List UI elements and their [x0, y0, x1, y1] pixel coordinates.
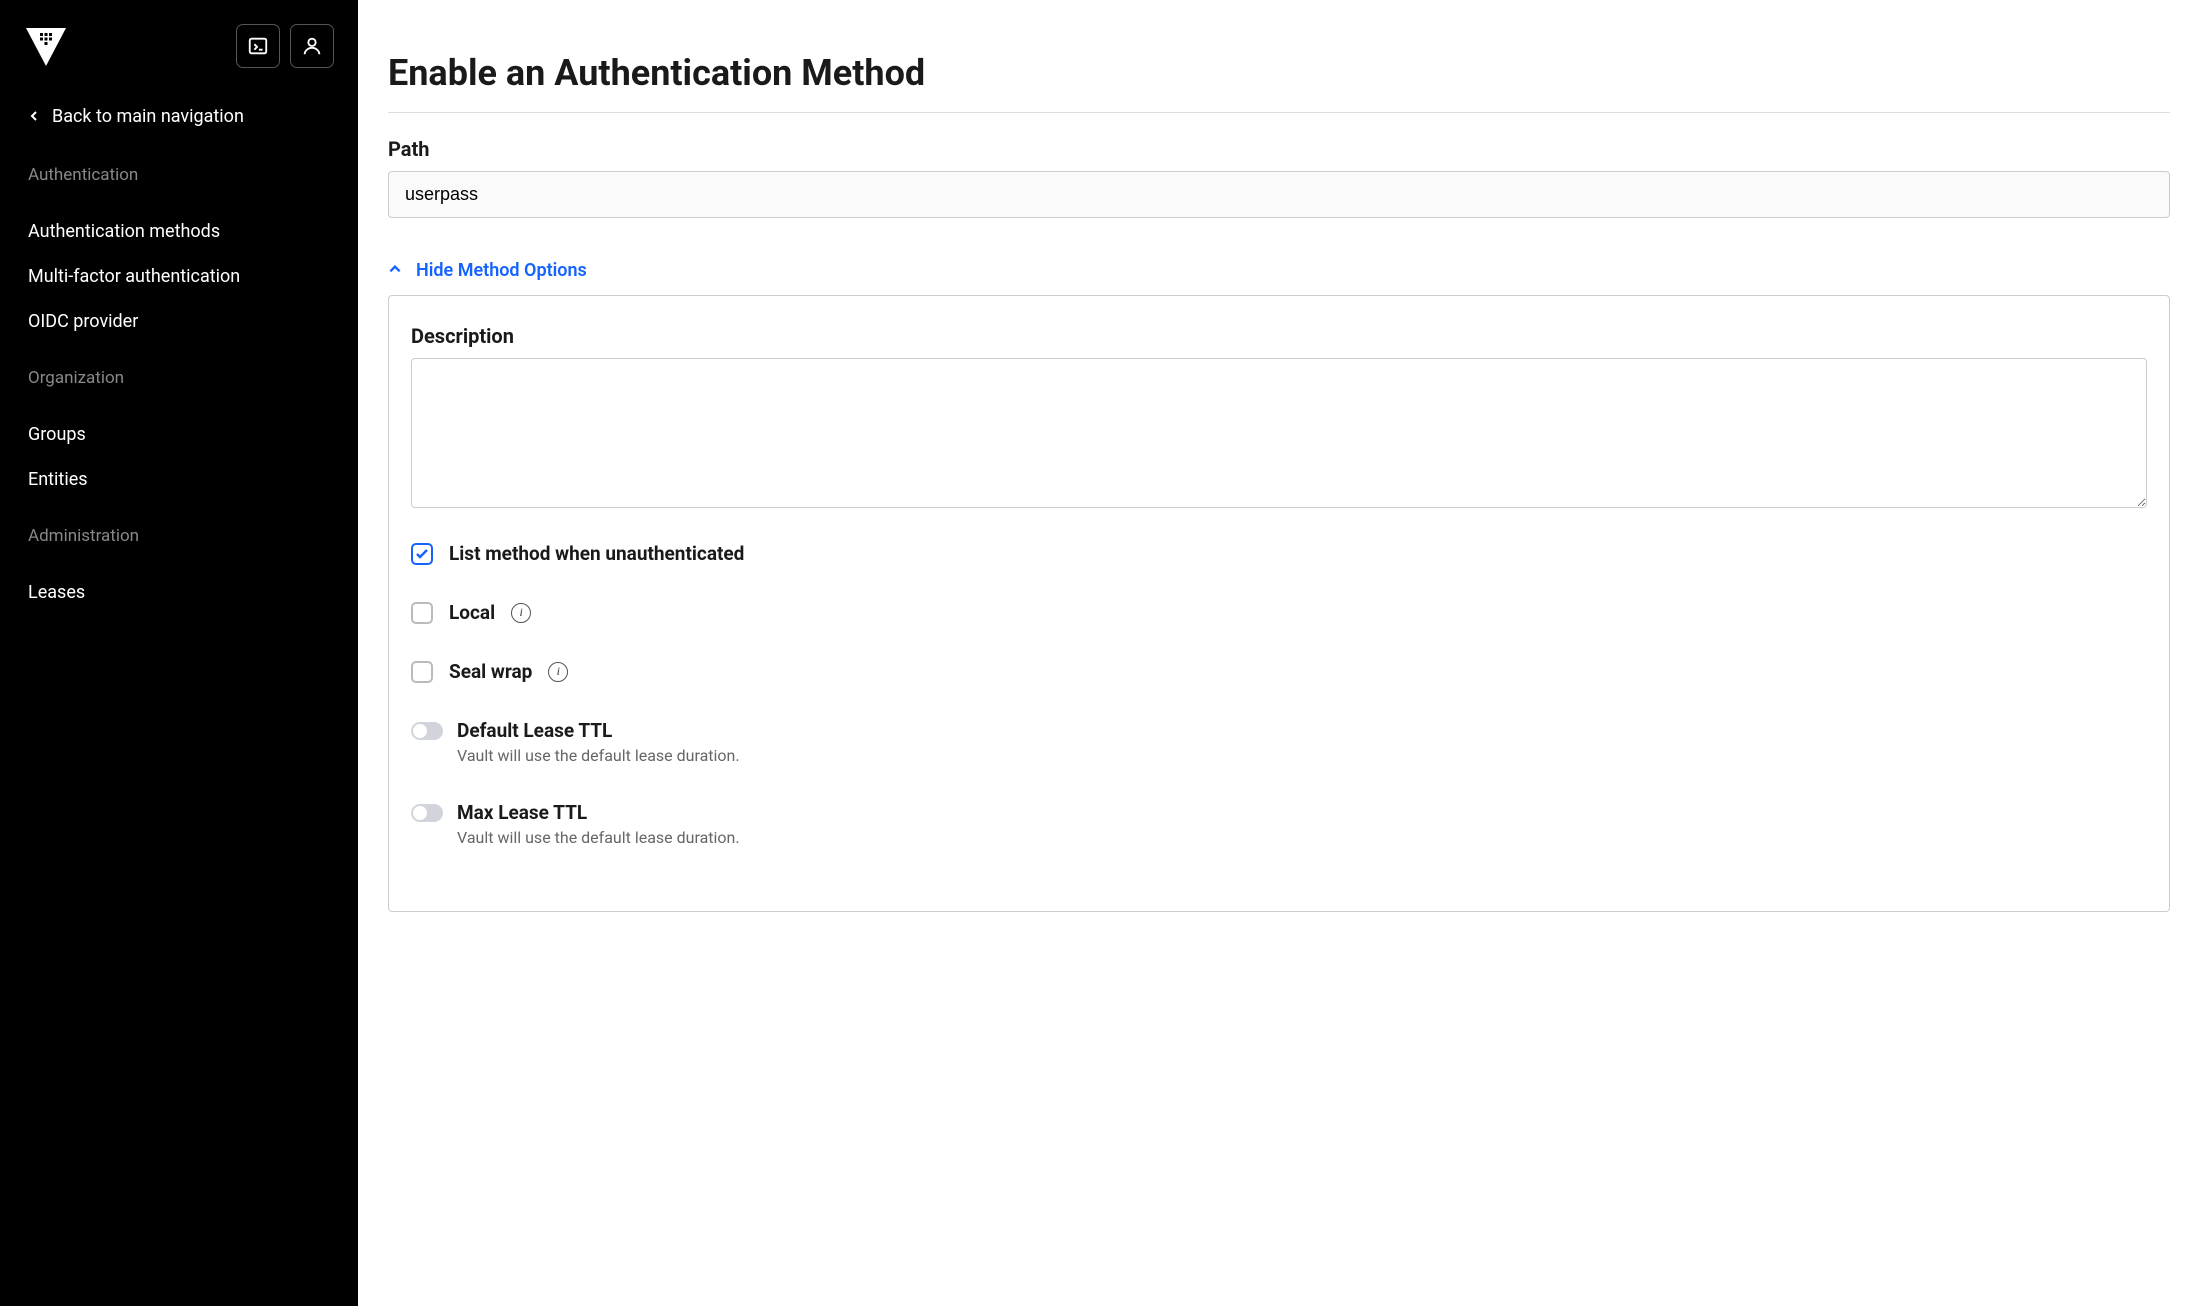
- chevron-up-icon: [388, 260, 402, 281]
- top-icons: [236, 24, 334, 68]
- page-title: Enable an Authentication Method: [388, 52, 2170, 113]
- description-textarea[interactable]: [411, 358, 2147, 508]
- toggle-label: Max Lease TTL: [457, 801, 740, 824]
- checkbox-row-list-unauth: List method when unauthenticated: [411, 542, 2147, 565]
- checkbox-label: List method when unauthenticated: [449, 542, 744, 565]
- path-label: Path: [388, 137, 2170, 161]
- sidebar-section-organization: Organization: [0, 344, 358, 412]
- back-nav-label: Back to main navigation: [52, 106, 244, 127]
- toggle-row-default-ttl: Default Lease TTL Vault will use the def…: [411, 719, 2147, 765]
- description-label: Description: [411, 324, 2147, 348]
- checkbox-seal-wrap[interactable]: [411, 661, 433, 683]
- toggle-label: Default Lease TTL: [457, 719, 740, 742]
- sidebar-section-administration: Administration: [0, 502, 358, 570]
- method-options-box: Description List method when unauthentic…: [388, 295, 2170, 912]
- chevron-left-icon: [28, 106, 40, 127]
- toggle-hint: Vault will use the default lease duratio…: [457, 828, 740, 847]
- user-button[interactable]: [290, 24, 334, 68]
- section-title: Administration: [28, 526, 330, 546]
- back-nav[interactable]: Back to main navigation: [0, 92, 358, 141]
- toggle-content: Max Lease TTL Vault will use the default…: [457, 801, 740, 847]
- sidebar-top: [0, 24, 358, 92]
- info-icon[interactable]: i: [548, 662, 568, 682]
- info-icon[interactable]: i: [511, 603, 531, 623]
- section-title: Organization: [28, 368, 330, 388]
- sidebar-section-authentication: Authentication: [0, 141, 358, 209]
- section-title: Authentication: [28, 165, 330, 185]
- toggle-hint: Vault will use the default lease duratio…: [457, 746, 740, 765]
- checkbox-label: Seal wrap: [449, 660, 532, 683]
- checkbox-label: Local: [449, 601, 495, 624]
- method-options-toggle-label: Hide Method Options: [416, 260, 587, 281]
- sidebar-item-entities[interactable]: Entities: [0, 457, 358, 502]
- method-options-toggle[interactable]: Hide Method Options: [388, 260, 2170, 281]
- sidebar-item-groups[interactable]: Groups: [0, 412, 358, 457]
- checkbox-local[interactable]: [411, 602, 433, 624]
- path-input[interactable]: [388, 171, 2170, 218]
- toggle-content: Default Lease TTL Vault will use the def…: [457, 719, 740, 765]
- sidebar: Back to main navigation Authentication A…: [0, 0, 358, 1306]
- toggle-max-ttl[interactable]: [411, 804, 443, 822]
- toggle-row-max-ttl: Max Lease TTL Vault will use the default…: [411, 801, 2147, 847]
- toggle-default-ttl[interactable]: [411, 722, 443, 740]
- vault-logo: [24, 24, 68, 68]
- main-content: Enable an Authentication Method Path Hid…: [358, 0, 2200, 1306]
- checkbox-row-seal-wrap: Seal wrap i: [411, 660, 2147, 683]
- checkbox-list-unauth[interactable]: [411, 543, 433, 565]
- sidebar-item-leases[interactable]: Leases: [0, 570, 358, 615]
- sidebar-item-oidc[interactable]: OIDC provider: [0, 299, 358, 344]
- sidebar-item-auth-methods[interactable]: Authentication methods: [0, 209, 358, 254]
- terminal-button[interactable]: [236, 24, 280, 68]
- sidebar-item-mfa[interactable]: Multi-factor authentication: [0, 254, 358, 299]
- checkbox-row-local: Local i: [411, 601, 2147, 624]
